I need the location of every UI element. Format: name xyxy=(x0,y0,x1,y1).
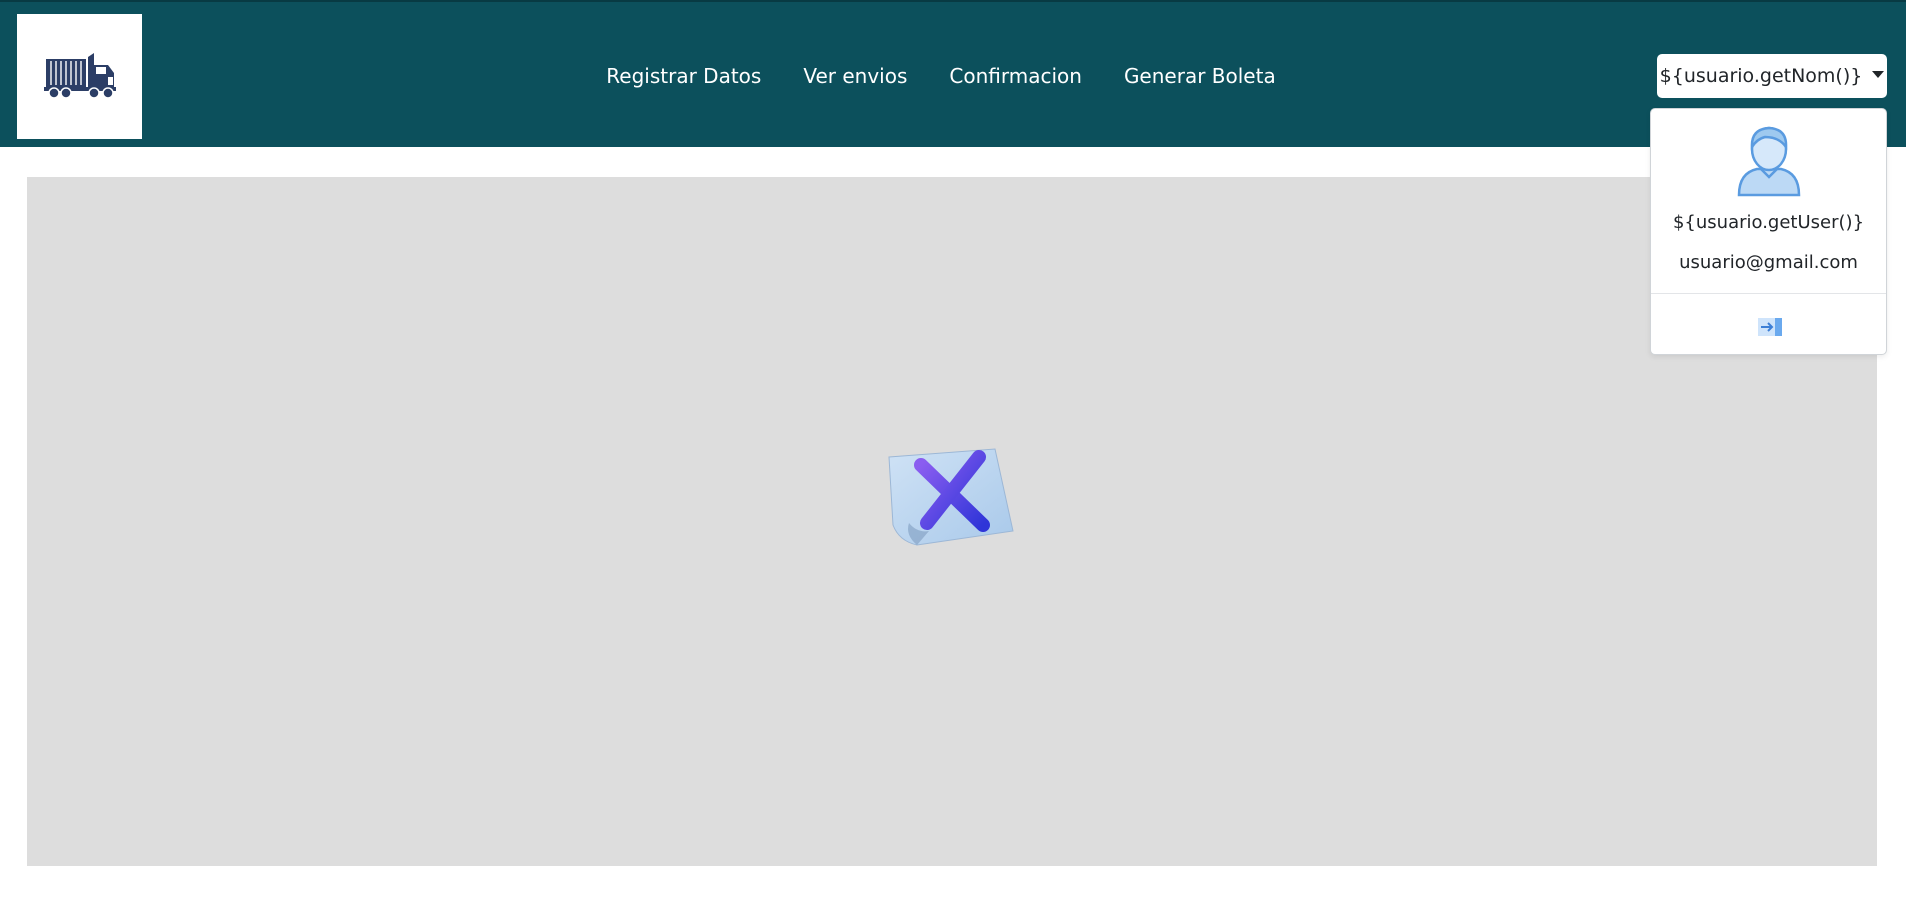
email-text: usuario@gmail.com xyxy=(1679,252,1858,273)
dropdown-divider xyxy=(1651,293,1886,294)
nav-ver-envios[interactable]: Ver envios xyxy=(803,64,907,88)
user-button-label: ${usuario.getNom()} xyxy=(1659,65,1863,87)
logout-icon[interactable] xyxy=(1758,317,1782,337)
logo[interactable] xyxy=(17,14,142,139)
username-text: ${usuario.getUser()} xyxy=(1672,212,1865,233)
nav-generar-boleta[interactable]: Generar Boleta xyxy=(1124,64,1276,88)
user-dropdown-menu: ${usuario.getUser()} usuario@gmail.com xyxy=(1650,108,1887,355)
top-navbar: Registrar Datos Ver envios Confirmacion … xyxy=(0,0,1906,147)
main-nav: Registrar Datos Ver envios Confirmacion … xyxy=(0,2,1906,149)
user-avatar-icon xyxy=(1737,126,1801,197)
caret-down-icon xyxy=(1872,70,1885,78)
truck-icon xyxy=(43,52,116,99)
nav-confirmacion[interactable]: Confirmacion xyxy=(949,64,1082,88)
user-dropdown-button[interactable]: ${usuario.getNom()} xyxy=(1657,54,1887,98)
nav-registrar-datos[interactable]: Registrar Datos xyxy=(606,64,761,88)
broken-image-icon xyxy=(888,448,1014,546)
